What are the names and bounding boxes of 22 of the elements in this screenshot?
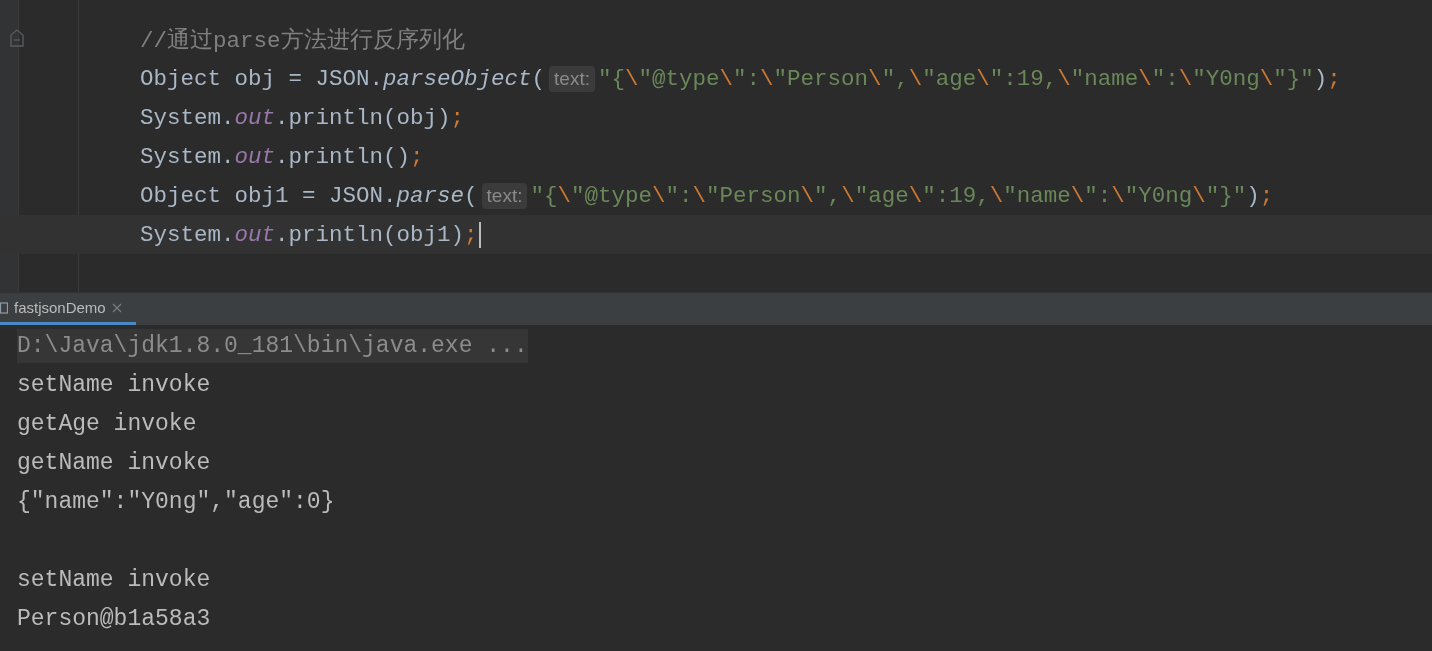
console-output: getAge invoke <box>17 410 197 437</box>
console-output: Person@b1a58a3 <box>17 605 211 632</box>
code-text: Object obj1 = JSON.parse( <box>140 182 478 209</box>
code-text: System.out.println(); <box>140 143 424 170</box>
parameter-hint: text: <box>549 65 595 92</box>
close-icon[interactable] <box>111 302 122 313</box>
console-command: D:\Java\jdk1.8.0_181\bin\java.exe ... <box>17 328 528 363</box>
code-text: System.out.println(obj1); <box>140 221 478 248</box>
parameter-hint: text: <box>481 182 528 209</box>
text-caret <box>478 221 481 248</box>
code-text: "{\"@type\":\"Person\",\"age\":19,\"name\":\"Y0ng\"}"); <box>530 182 1274 209</box>
code-text: System.out.println(obj); <box>140 104 465 131</box>
code-text: //通过parse方法进行反序列化 <box>140 26 465 55</box>
console-output: {"name":"Y0ng","age":0} <box>17 488 335 515</box>
console-output: setName invoke <box>17 566 211 593</box>
code-text: Object obj = JSON.parseObject( <box>140 65 546 92</box>
code-text: "{\"@type\":\"Person\",\"age\":19,\"name\":\"Y0ng\"}"); <box>598 65 1341 92</box>
console-output: getName invoke <box>17 449 211 476</box>
console-output: setName invoke <box>17 371 211 398</box>
console-icon <box>0 300 8 315</box>
fold-marker-icon[interactable] <box>9 28 25 48</box>
code-editor[interactable] <box>0 0 1432 292</box>
